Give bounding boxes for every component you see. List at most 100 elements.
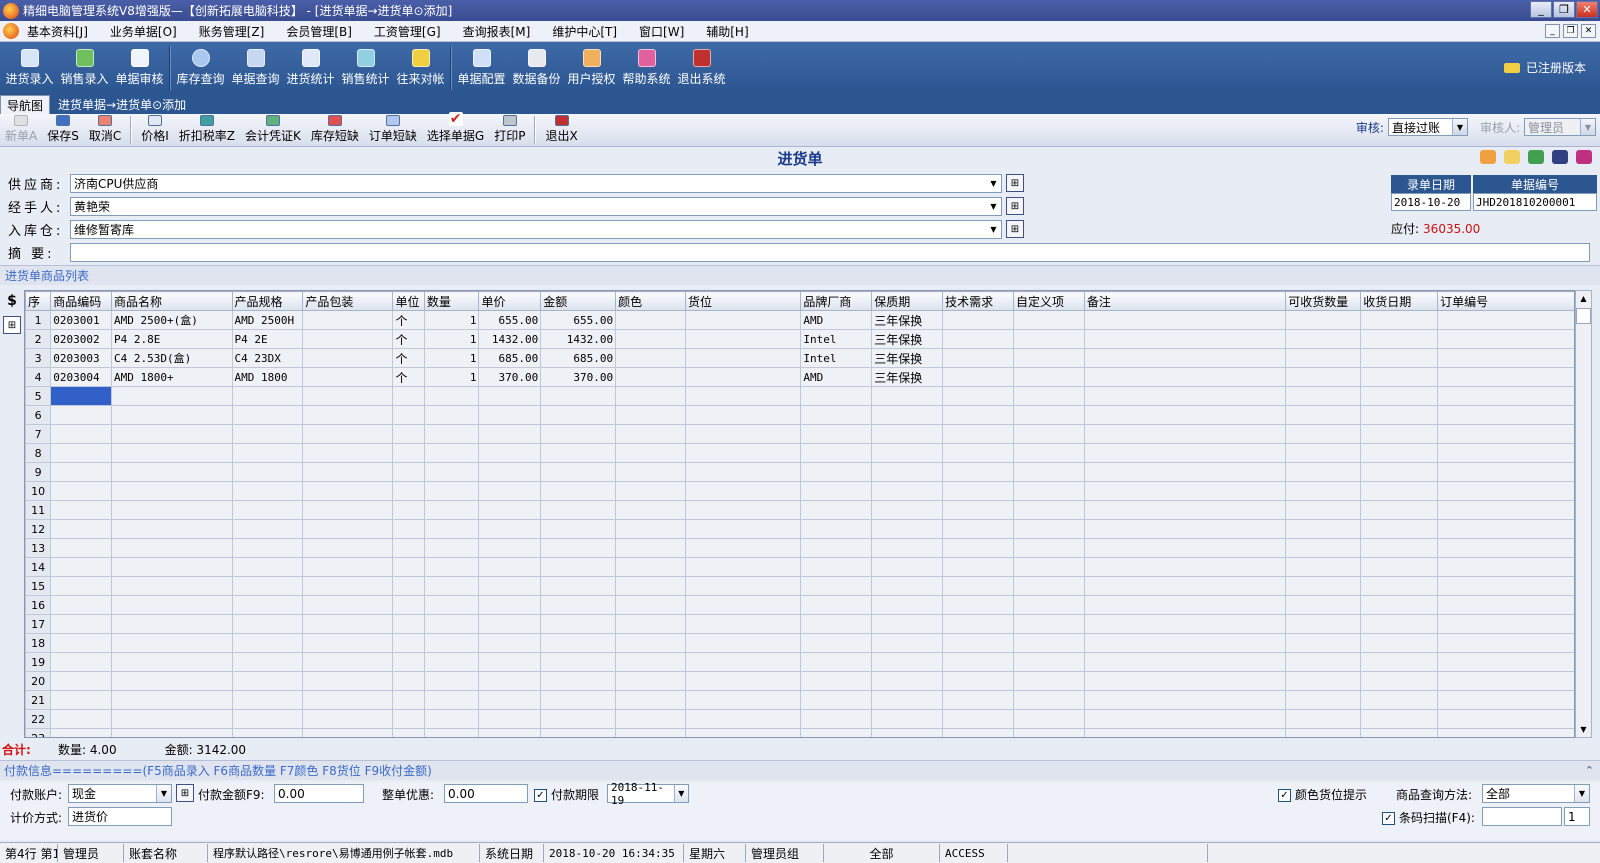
grid-cell[interactable] [302, 709, 394, 729]
grid-cell[interactable]: 1 [423, 348, 480, 368]
grid-cell[interactable] [1360, 519, 1439, 539]
grid-cell[interactable] [615, 557, 686, 577]
grid-cell[interactable]: AMD [800, 367, 873, 387]
grid-cell[interactable] [302, 538, 394, 558]
scroll-up-icon[interactable]: ▲ [1576, 291, 1591, 306]
grid-cell[interactable] [302, 424, 394, 444]
menu-item-business[interactable]: 业务单据[O] [110, 23, 177, 40]
grid-cell[interactable] [231, 671, 304, 691]
grid-cell[interactable] [1437, 652, 1574, 672]
grid-cell[interactable] [478, 405, 542, 425]
grid-cell[interactable] [1285, 500, 1362, 520]
grid-cell[interactable] [302, 595, 394, 615]
pricing-method-input[interactable]: 进货价 [68, 807, 172, 826]
grid-cell[interactable] [1012, 405, 1085, 425]
grid-cell[interactable] [615, 614, 686, 634]
column-header[interactable]: 产品规格 [231, 291, 304, 311]
grid-cell[interactable] [1012, 367, 1085, 387]
grid-cell[interactable] [111, 671, 233, 691]
grid-cell[interactable] [478, 652, 542, 672]
grid-cell[interactable] [871, 728, 944, 737]
grid-cell[interactable] [1437, 595, 1574, 615]
grid-cell[interactable]: 个 [392, 329, 425, 349]
grid-cell[interactable] [111, 690, 233, 710]
grid-cell[interactable] [684, 652, 802, 672]
grid-cell[interactable] [392, 443, 425, 463]
grid-cell[interactable] [871, 614, 944, 634]
grid-cell[interactable] [478, 519, 542, 539]
grid-cell[interactable] [684, 367, 802, 387]
table-row[interactable]: 13 [25, 538, 1574, 558]
grid-cell[interactable] [1285, 614, 1362, 634]
grid-cell[interactable] [684, 633, 802, 653]
grid-cell[interactable] [50, 538, 113, 558]
grid-cell[interactable] [615, 405, 686, 425]
grid-cell[interactable] [50, 462, 113, 482]
grid-cell[interactable] [1083, 500, 1287, 520]
grid-cell[interactable]: 个 [392, 310, 425, 330]
column-header[interactable]: 商品编码 [50, 291, 113, 311]
table-row[interactable]: 22 [25, 709, 1574, 729]
grid-cell[interactable] [540, 538, 617, 558]
mdi-close-icon[interactable]: ✕ [1581, 24, 1596, 38]
grid-cell[interactable] [1083, 690, 1287, 710]
grid-cell[interactable] [871, 633, 944, 653]
book-icon[interactable] [1576, 150, 1592, 164]
grid-cell[interactable]: 370.00 [478, 367, 542, 387]
grid-cell[interactable] [1012, 424, 1085, 444]
grid-cell[interactable] [111, 576, 233, 596]
grid-cell[interactable] [684, 348, 802, 368]
table-row[interactable]: 4 0203004 AMD 1800+ AMD 1800 个 1 370.00 370.00 A… [25, 367, 1574, 387]
table-row[interactable]: 19 [25, 652, 1574, 672]
payment-amount-calc-button[interactable]: ⊞ [176, 784, 194, 802]
grid-cell[interactable] [478, 386, 542, 406]
grid-cell[interactable] [111, 633, 233, 653]
grid-cell[interactable] [1285, 633, 1362, 653]
grid-cell[interactable] [423, 576, 480, 596]
grid-cell[interactable] [1437, 405, 1574, 425]
grid-cell[interactable] [1012, 557, 1085, 577]
grid-cell[interactable] [540, 576, 617, 596]
grid-cell[interactable] [1083, 481, 1287, 501]
menu-item-maintenance[interactable]: 维护中心[T] [552, 23, 617, 40]
table-row[interactable]: 23 [25, 728, 1574, 737]
grid-cell[interactable]: 1 [423, 310, 480, 330]
grid-cell[interactable] [1285, 367, 1362, 387]
grid-cell[interactable] [540, 443, 617, 463]
grid-cell[interactable] [1083, 367, 1287, 387]
grid-cell[interactable] [302, 519, 394, 539]
grid-cell[interactable] [800, 576, 873, 596]
grid-cell[interactable] [111, 614, 233, 634]
grid-cell[interactable] [684, 500, 802, 520]
grid-cell[interactable] [1012, 500, 1085, 520]
grid-cell[interactable] [302, 728, 394, 737]
grid-cell[interactable] [50, 443, 113, 463]
grid-cell[interactable] [231, 538, 304, 558]
grid-cell[interactable] [111, 652, 233, 672]
grid-cell[interactable] [1083, 424, 1287, 444]
grid-cell[interactable] [942, 690, 1014, 710]
grid-cell[interactable] [942, 671, 1014, 691]
grid-cell[interactable] [50, 595, 113, 615]
grid-cell[interactable] [392, 709, 425, 729]
grid-cell[interactable] [1083, 329, 1287, 349]
grid-cell[interactable] [423, 405, 480, 425]
grid-cell[interactable] [392, 576, 425, 596]
supplier-select[interactable]: 济南CPU供应商 ▼ [70, 173, 1002, 193]
table-row[interactable]: 12 [25, 519, 1574, 539]
grid-cell[interactable] [392, 538, 425, 558]
column-header[interactable]: 保质期 [871, 291, 944, 311]
grid-cell[interactable] [1012, 538, 1085, 558]
grid-cell[interactable] [423, 557, 480, 577]
grid-cell[interactable] [800, 671, 873, 691]
grid-cell[interactable] [478, 443, 542, 463]
grid-cell[interactable]: AMD 2500+(盒) [111, 310, 233, 330]
help-system-button[interactable]: 帮助系统 [619, 46, 674, 92]
grid-cell[interactable] [871, 405, 944, 425]
grid-cell[interactable] [615, 424, 686, 444]
grid-cell[interactable] [684, 481, 802, 501]
grid-cell[interactable] [302, 500, 394, 520]
grid-cell[interactable] [1012, 310, 1085, 330]
grid-cell[interactable] [392, 519, 425, 539]
grid-cell[interactable]: C4 2.53D(盒) [111, 348, 233, 368]
